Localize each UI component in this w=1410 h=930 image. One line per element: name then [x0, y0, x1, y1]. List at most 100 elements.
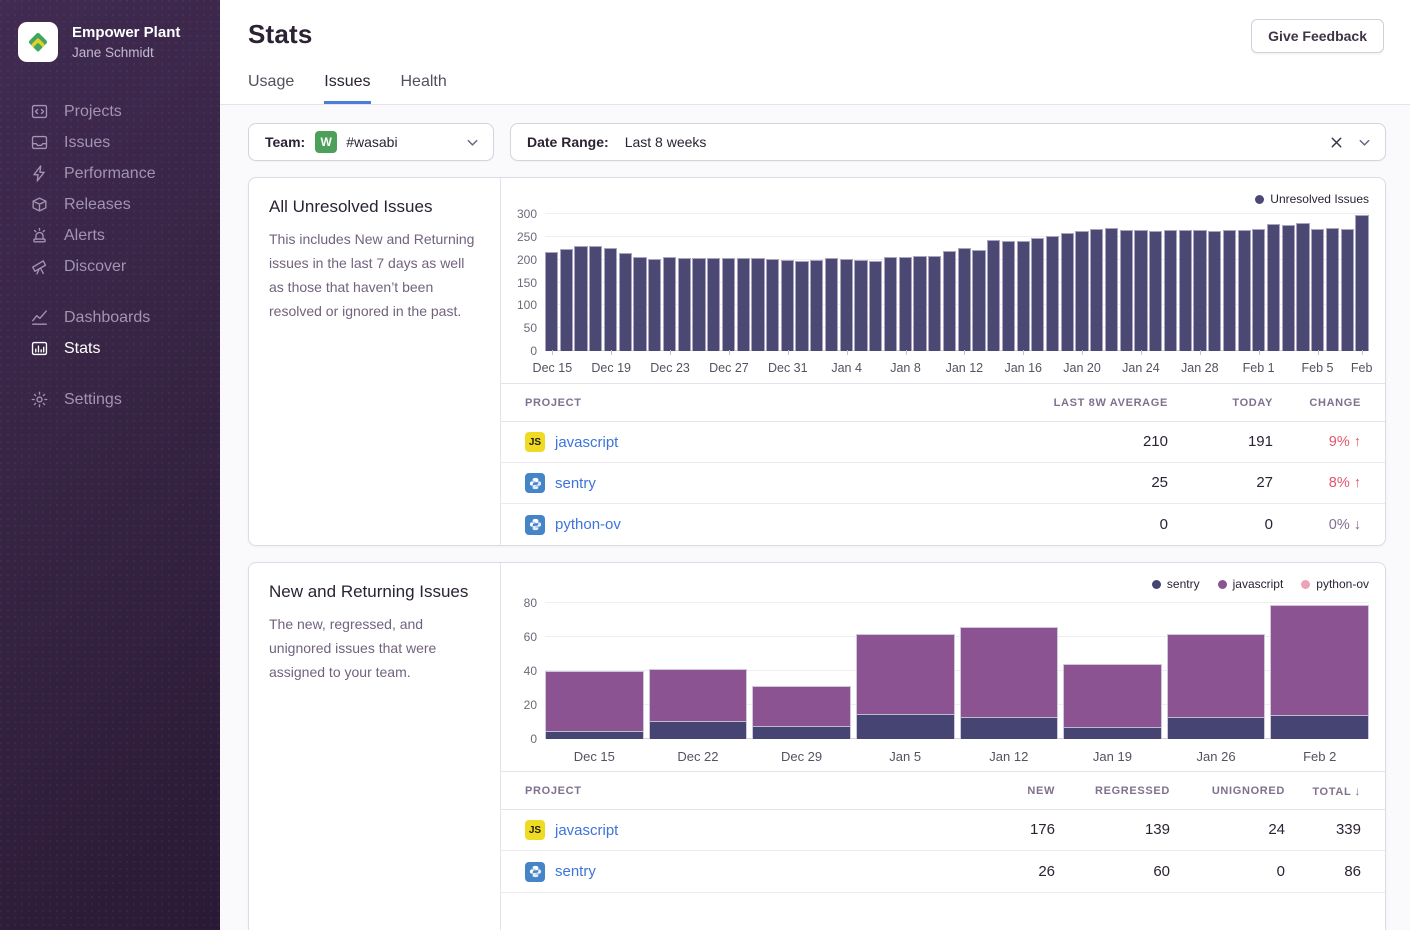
sidebar-item-label: Releases	[64, 196, 131, 214]
sentry-segment	[753, 726, 850, 739]
unresolved-bar	[943, 251, 956, 351]
legend-item-unresolved-issues[interactable]: Unresolved Issues	[1255, 192, 1369, 206]
project-link[interactable]: javascript	[555, 822, 618, 839]
chevron-down-icon	[465, 135, 480, 150]
unresolved-bar	[1282, 225, 1295, 351]
unresolved-issues-table: PROJECTLAST 8W AVERAGETODAYCHANGE JS javas…	[501, 383, 1385, 545]
unresolved-bar	[781, 260, 794, 351]
column-header-project[interactable]: PROJECT	[501, 785, 955, 797]
project-link[interactable]: sentry	[555, 863, 596, 880]
x-axis-label: Jan 12	[946, 361, 984, 375]
org-switcher[interactable]: Empower Plant Jane Schmidt	[0, 0, 220, 82]
unresolved-bar	[1134, 230, 1147, 351]
stacked-bar	[960, 627, 1059, 739]
sidebar-item-stats[interactable]: Stats	[30, 333, 220, 364]
empower-plant-logo-icon	[25, 29, 51, 55]
x-axis-label: Dec 31	[768, 361, 808, 375]
tab-usage[interactable]: Usage	[248, 73, 294, 104]
unresolved-bar	[678, 258, 691, 351]
sidebar-item-label: Settings	[64, 391, 122, 409]
column-header-unignored[interactable]: UNIGNORED	[1170, 785, 1285, 797]
new-returning-issues-table: PROJECTNEWREGRESSEDUNIGNOREDTOTAL↓ JS java…	[501, 771, 1385, 892]
sidebar-item-issues[interactable]: Issues	[30, 127, 220, 158]
legend-item-javascript[interactable]: javascript	[1218, 577, 1284, 591]
stat-value: 60	[1153, 863, 1170, 880]
javascript-segment	[857, 635, 954, 714]
legend-item-sentry[interactable]: sentry	[1152, 577, 1200, 591]
y-axis-label: 50	[505, 321, 537, 335]
team-select[interactable]: Team: W #wasabi	[248, 123, 494, 161]
unresolved-bar	[692, 258, 705, 351]
unresolved-bar	[1326, 228, 1339, 351]
sentry-segment	[650, 721, 747, 739]
tab-health[interactable]: Health	[401, 73, 447, 104]
x-axis-label: Feb 1	[1243, 361, 1275, 375]
sidebar-item-settings[interactable]: Settings	[30, 384, 220, 415]
legend-dot-icon	[1255, 195, 1264, 204]
alerts-icon	[30, 226, 49, 245]
column-header-regressed[interactable]: REGRESSED	[1055, 785, 1170, 797]
sidebar-item-projects[interactable]: Projects	[30, 96, 220, 127]
date-range-label: Date Range:	[527, 134, 609, 150]
date-range-value: Last 8 weeks	[625, 134, 707, 150]
team-value: #wasabi	[346, 134, 397, 150]
javascript-icon: JS	[525, 820, 545, 840]
sentry-segment	[546, 731, 643, 739]
sidebar-item-releases[interactable]: Releases	[30, 189, 220, 220]
give-feedback-button[interactable]: Give Feedback	[1251, 19, 1384, 53]
sentry-segment	[1064, 727, 1161, 739]
column-header-total[interactable]: TOTAL↓	[1285, 784, 1385, 798]
stats-tabs: Usage Issues Health	[248, 73, 1410, 104]
unresolved-bar	[1017, 241, 1030, 352]
sidebar-item-alerts[interactable]: Alerts	[30, 220, 220, 251]
page-header: Stats Give Feedback UsageIssuesHealth	[220, 0, 1410, 105]
project-link[interactable]: javascript	[555, 434, 618, 451]
stacked-bar	[649, 669, 748, 739]
sidebar-item-dashboards[interactable]: Dashboards	[30, 302, 220, 333]
y-axis-label: 40	[505, 664, 537, 678]
column-header-new[interactable]: NEW	[955, 785, 1055, 797]
tab-issues[interactable]: Issues	[324, 73, 370, 104]
table-row: sentry25278% ↑	[501, 463, 1385, 504]
sidebar-item-performance[interactable]: Performance	[30, 158, 220, 189]
org-logo	[18, 22, 58, 62]
project-link[interactable]: sentry	[555, 475, 596, 492]
sidebar-item-label: Performance	[64, 165, 156, 183]
panel-description: This includes New and Returning issues i…	[269, 227, 480, 323]
date-range-select[interactable]: Date Range: Last 8 weeks	[510, 123, 1386, 161]
column-header-project[interactable]: PROJECT	[501, 397, 998, 409]
clear-date-range-icon[interactable]	[1329, 135, 1344, 150]
javascript-icon: JS	[525, 432, 545, 452]
column-header-today[interactable]: TODAY	[1168, 397, 1273, 409]
unresolved-bar	[1208, 231, 1221, 351]
unresolved-bar	[913, 256, 926, 351]
y-axis-label: 20	[505, 698, 537, 712]
unresolved-bar	[1164, 230, 1177, 351]
legend-item-python-ov[interactable]: python-ov	[1301, 577, 1369, 591]
unresolved-bar	[707, 258, 720, 351]
column-header-change[interactable]: CHANGE	[1273, 397, 1385, 409]
x-axis-label: Dec 27	[709, 361, 749, 375]
x-axis-label: Feb 5	[1302, 361, 1334, 375]
unresolved-bar	[663, 257, 676, 351]
unresolved-bar	[928, 256, 941, 351]
panel-side: All Unresolved Issues This includes New …	[249, 178, 501, 545]
team-label: Team:	[265, 134, 305, 150]
unresolved-bar	[560, 249, 573, 351]
sidebar-item-discover[interactable]: Discover	[30, 251, 220, 282]
unresolved-bar	[869, 261, 882, 351]
project-link[interactable]: python-ov	[555, 516, 621, 533]
stacked-bar	[856, 634, 955, 739]
y-axis-label: 100	[505, 298, 537, 312]
x-axis-label: Jan 4	[831, 361, 862, 375]
x-axis-label: Feb 2	[1270, 747, 1369, 765]
org-user-name: Jane Schmidt	[72, 45, 180, 60]
column-header-last-8w-average[interactable]: LAST 8W AVERAGE	[998, 397, 1168, 409]
org-name: Empower Plant	[72, 24, 180, 43]
new-returning-issues-panel: New and Returning Issues The new, regres…	[248, 562, 1386, 930]
legend-dot-icon	[1152, 580, 1161, 589]
sentry-segment	[961, 717, 1058, 739]
projects-icon	[30, 102, 49, 121]
unresolved-bar	[545, 252, 558, 351]
dashboards-icon	[30, 308, 49, 327]
